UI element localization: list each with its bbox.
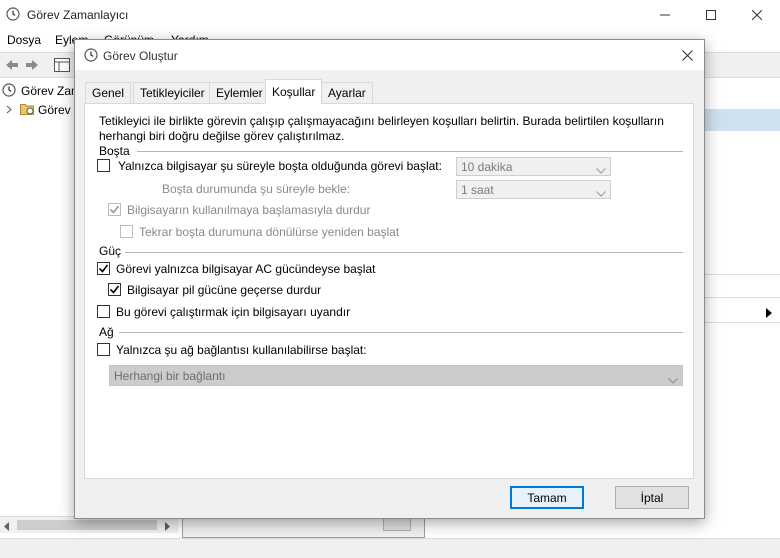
stop-on-active-checkbox[interactable] — [108, 203, 121, 216]
description-line-1: Tetikleyici ile birlikte görevin çalışıp… — [99, 114, 664, 128]
minimize-button[interactable] — [642, 0, 688, 30]
folder-clock-icon — [20, 102, 34, 118]
wake-to-run-label: Bu görevi çalıştırmak için bilgisayarı u… — [116, 305, 351, 319]
description-line-2: herhangi biri doğru değilse görev çalışt… — [99, 129, 345, 143]
wait-duration-value: 1 saat — [461, 183, 494, 197]
stop-on-battery-checkbox[interactable] — [108, 283, 121, 296]
scroll-left-icon[interactable] — [4, 520, 10, 534]
power-section-label: Güç — [99, 244, 122, 258]
minimize-icon — [660, 14, 670, 16]
console-tree-icon[interactable] — [54, 58, 70, 75]
main-titlebar: Görev Zamanlayıcı — [0, 0, 780, 30]
scroll-right-icon[interactable] — [165, 520, 171, 534]
clock-icon — [6, 7, 20, 24]
close-icon — [752, 10, 762, 20]
wait-duration-combo[interactable]: 1 saat — [456, 180, 611, 199]
divider — [700, 274, 780, 275]
dialog-titlebar: Görev Oluştur — [75, 40, 704, 70]
tab-triggers[interactable]: Tetikleyiciler — [133, 82, 212, 103]
create-task-dialog: Görev Oluştur Genel Tetikleyiciler Eylem… — [74, 39, 705, 519]
actions-pane-header — [700, 109, 780, 131]
tab-settings[interactable]: Ayarlar — [321, 82, 373, 103]
ac-only-checkbox[interactable] — [97, 262, 110, 275]
only-if-network-checkbox[interactable] — [97, 343, 110, 356]
checkmark-icon — [109, 285, 120, 294]
actions-pane — [700, 79, 780, 539]
chevron-down-icon — [668, 373, 678, 387]
network-section-label: Ağ — [99, 325, 114, 339]
tree-item-library[interactable]: Görev — [6, 101, 71, 119]
idle-section-divider — [137, 151, 683, 152]
cancel-button[interactable]: İptal — [615, 486, 689, 509]
back-arrow-icon[interactable] — [4, 57, 20, 76]
restart-on-idle-label: Tekrar boşta durumuna dönülürse yeniden … — [139, 225, 400, 239]
maximize-icon — [706, 10, 716, 20]
idle-section-label: Boşta — [99, 144, 130, 158]
menu-file[interactable]: Dosya — [7, 33, 41, 47]
chevron-down-icon — [596, 186, 606, 200]
tree-item-library-label: Görev — [38, 103, 71, 117]
stop-on-active-label: Bilgisayarın kullanılmaya başlamasıyla d… — [127, 203, 371, 217]
clock-icon — [2, 82, 16, 100]
status-bar — [0, 538, 780, 558]
chevron-down-icon — [596, 163, 606, 177]
stop-on-battery-label: Bilgisayar pil gücüne geçerse durdur — [127, 283, 322, 297]
tab-general[interactable]: Genel — [85, 82, 132, 103]
forward-arrow-icon[interactable] — [24, 57, 40, 76]
close-button[interactable] — [734, 0, 780, 30]
checkmark-icon — [109, 205, 120, 214]
start-only-idle-checkbox[interactable] — [97, 159, 110, 172]
network-connection-value: Herhangi bir bağlantı — [114, 369, 226, 383]
network-connection-combo[interactable]: Herhangi bir bağlantı — [109, 365, 683, 386]
expand-right-icon[interactable] — [766, 307, 772, 321]
dialog-title: Görev Oluştur — [103, 49, 178, 63]
scrollbar-thumb[interactable] — [17, 520, 157, 530]
conditions-panel: Tetikleyici ile birlikte görevin çalışıp… — [84, 103, 694, 479]
wait-duration-label: Boşta durumunda şu süreyle bekle: — [162, 182, 351, 196]
wake-to-run-checkbox[interactable] — [97, 305, 110, 318]
checkmark-icon — [98, 264, 109, 273]
only-if-network-label: Yalnızca şu ağ bağlantısı kullanılabilir… — [116, 343, 367, 357]
chevron-right-icon[interactable] — [6, 103, 12, 117]
tab-actions[interactable]: Eylemler — [209, 82, 270, 103]
maximize-button[interactable] — [688, 0, 734, 30]
idle-duration-value: 10 dakika — [461, 160, 513, 174]
dialog-close-button[interactable] — [678, 46, 696, 64]
close-icon — [681, 49, 693, 61]
start-only-idle-label: Yalnızca bilgisayar şu süreyle boşta old… — [118, 159, 442, 173]
divider — [700, 322, 780, 323]
divider — [700, 297, 780, 298]
power-section-divider — [125, 252, 683, 253]
main-window-title: Görev Zamanlayıcı — [27, 8, 129, 22]
ok-button[interactable]: Tamam — [510, 486, 584, 509]
network-section-divider — [119, 332, 683, 333]
ac-only-label: Görevi yalnızca bilgisayar AC gücündeyse… — [116, 262, 376, 276]
restart-on-idle-checkbox[interactable] — [120, 225, 133, 238]
clock-icon — [84, 48, 98, 65]
tab-conditions[interactable]: Koşullar — [265, 79, 323, 104]
idle-duration-combo[interactable]: 10 dakika — [456, 157, 611, 176]
